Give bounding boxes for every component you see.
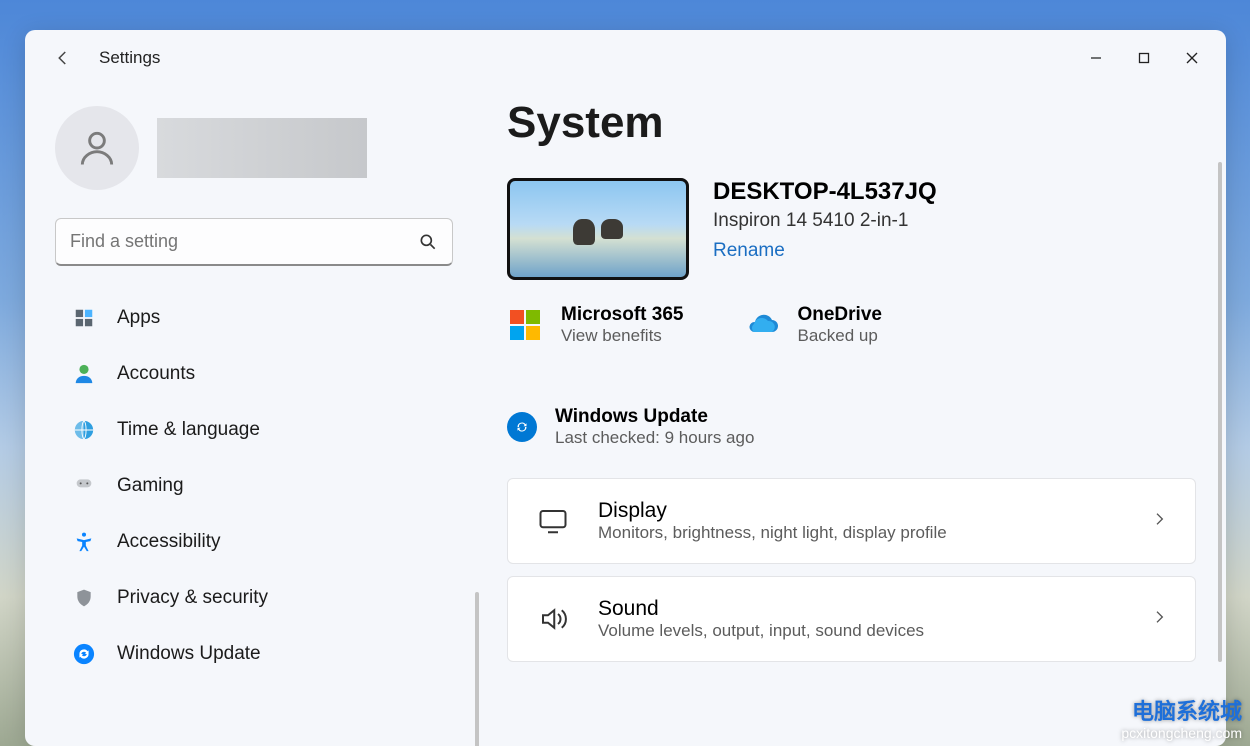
settings-window: Settings bbox=[25, 30, 1226, 746]
setting-display[interactable]: Display Monitors, brightness, night ligh… bbox=[507, 478, 1196, 564]
apps-icon bbox=[73, 307, 95, 329]
status-title: Windows Update bbox=[555, 406, 754, 428]
setting-sub: Monitors, brightness, night light, displ… bbox=[598, 523, 947, 543]
search-icon bbox=[418, 232, 438, 252]
settings-list: Display Monitors, brightness, night ligh… bbox=[507, 478, 1196, 662]
chevron-right-icon bbox=[1151, 511, 1167, 532]
search-box[interactable] bbox=[55, 218, 453, 266]
time-language-icon bbox=[73, 419, 95, 441]
sidebar-item-gaming[interactable]: Gaming bbox=[55, 460, 475, 512]
status-onedrive[interactable]: OneDrive Backed up bbox=[743, 304, 881, 346]
sidebar-item-accessibility[interactable]: Accessibility bbox=[55, 516, 475, 568]
accounts-icon bbox=[73, 363, 95, 385]
shield-icon bbox=[73, 587, 95, 609]
sidebar-item-label: Accessibility bbox=[117, 531, 220, 553]
sidebar-item-apps[interactable]: Apps bbox=[55, 292, 475, 344]
windows-update-icon bbox=[73, 643, 95, 665]
main-content: System DESKTOP-4L537JQ Inspiron 14 5410 … bbox=[485, 86, 1226, 746]
status-microsoft365[interactable]: Microsoft 365 View benefits bbox=[507, 304, 683, 346]
back-button[interactable] bbox=[45, 40, 81, 76]
status-title: OneDrive bbox=[797, 304, 881, 326]
sidebar: Apps Accounts Time & language bbox=[25, 86, 485, 746]
status-sub: Last checked: 9 hours ago bbox=[555, 428, 754, 448]
sidebar-item-label: Accounts bbox=[117, 363, 195, 385]
status-title: Microsoft 365 bbox=[561, 304, 683, 326]
avatar bbox=[55, 106, 139, 190]
close-button[interactable] bbox=[1168, 38, 1216, 78]
gaming-icon bbox=[73, 475, 95, 497]
onedrive-icon bbox=[743, 307, 779, 343]
device-name: DESKTOP-4L537JQ bbox=[713, 178, 937, 206]
search-input[interactable] bbox=[70, 231, 418, 252]
titlebar: Settings bbox=[25, 30, 1226, 86]
setting-title: Display bbox=[598, 499, 947, 523]
chevron-right-icon bbox=[1151, 609, 1167, 630]
windows-update-status-icon bbox=[507, 412, 537, 442]
device-section: DESKTOP-4L537JQ Inspiron 14 5410 2-in-1 … bbox=[507, 178, 1196, 280]
status-section: Microsoft 365 View benefits OneDrive Bac… bbox=[507, 304, 1196, 448]
sidebar-item-label: Privacy & security bbox=[117, 587, 268, 609]
sidebar-item-time-language[interactable]: Time & language bbox=[55, 404, 475, 456]
status-windows-update[interactable]: Windows Update Last checked: 9 hours ago bbox=[507, 406, 1196, 448]
status-sub: Backed up bbox=[797, 326, 881, 346]
sidebar-item-label: Apps bbox=[117, 307, 160, 329]
minimize-button[interactable] bbox=[1072, 38, 1120, 78]
rename-link[interactable]: Rename bbox=[713, 240, 937, 262]
sidebar-scrollbar[interactable] bbox=[475, 592, 479, 746]
display-icon bbox=[536, 504, 570, 538]
sidebar-item-label: Time & language bbox=[117, 419, 260, 441]
sound-icon bbox=[536, 602, 570, 636]
setting-title: Sound bbox=[598, 597, 924, 621]
sidebar-item-windows-update[interactable]: Windows Update bbox=[55, 628, 475, 680]
sidebar-item-accounts[interactable]: Accounts bbox=[55, 348, 475, 400]
sidebar-item-privacy-security[interactable]: Privacy & security bbox=[55, 572, 475, 624]
setting-sound[interactable]: Sound Volume levels, output, input, soun… bbox=[507, 576, 1196, 662]
setting-sub: Volume levels, output, input, sound devi… bbox=[598, 621, 924, 641]
user-name-placeholder bbox=[157, 118, 367, 178]
status-sub: View benefits bbox=[561, 326, 683, 346]
page-title: System bbox=[507, 98, 1196, 148]
microsoft-logo-icon bbox=[507, 307, 543, 343]
device-thumbnail[interactable] bbox=[507, 178, 689, 280]
nav-list: Apps Accounts Time & language bbox=[55, 292, 475, 680]
sidebar-item-label: Windows Update bbox=[117, 643, 261, 665]
window-controls bbox=[1072, 38, 1216, 78]
app-title: Settings bbox=[99, 48, 160, 68]
sidebar-item-label: Gaming bbox=[117, 475, 184, 497]
user-profile[interactable] bbox=[55, 106, 475, 190]
device-model: Inspiron 14 5410 2-in-1 bbox=[713, 210, 937, 232]
main-scrollbar[interactable] bbox=[1218, 162, 1222, 662]
maximize-button[interactable] bbox=[1120, 38, 1168, 78]
accessibility-icon bbox=[73, 531, 95, 553]
